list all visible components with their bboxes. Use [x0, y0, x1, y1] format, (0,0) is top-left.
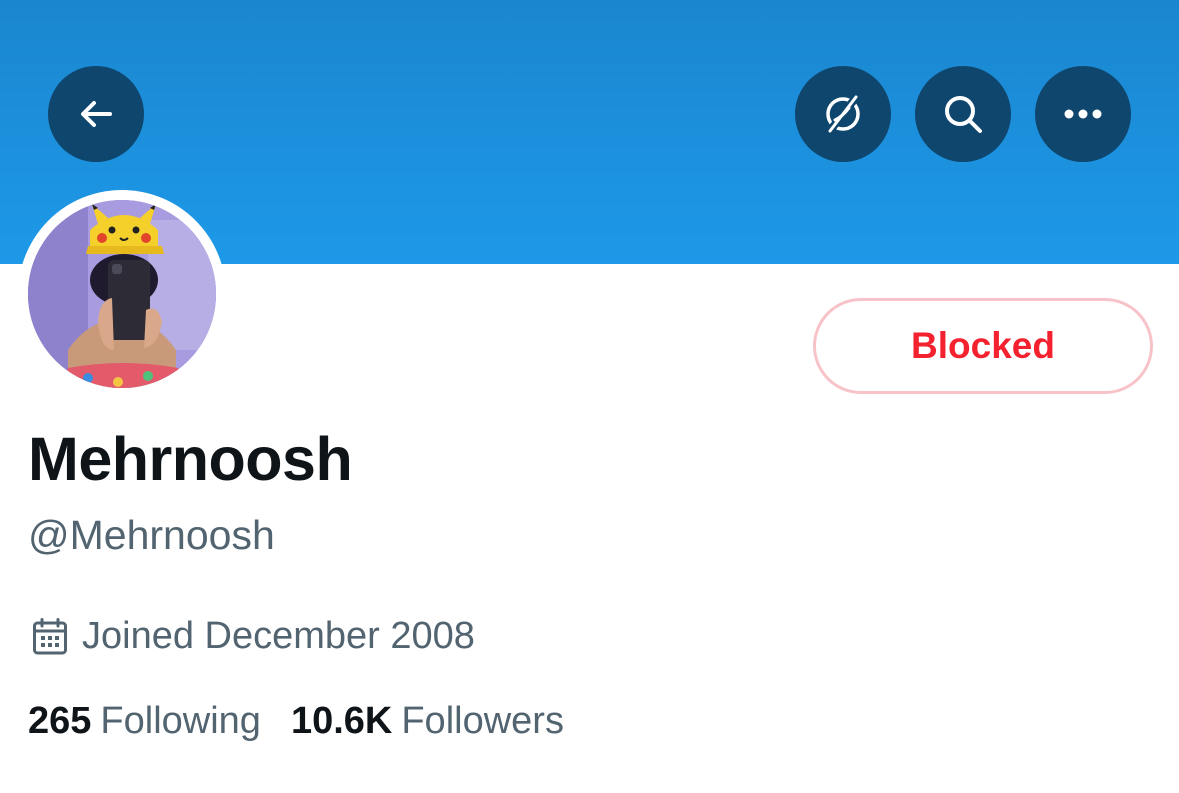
blocked-label: Blocked	[911, 325, 1055, 366]
followers-link[interactable]: 10.6K Followers	[291, 700, 564, 743]
display-name: Mehrnoosh	[28, 425, 353, 493]
followers-label: Followers	[401, 700, 564, 742]
calendar-icon	[33, 617, 67, 654]
profile-stats: 265 Following 10.6K Followers	[28, 700, 594, 743]
more-button[interactable]	[1035, 66, 1131, 162]
translate-button[interactable]	[795, 66, 891, 162]
following-label: Following	[100, 700, 261, 742]
followers-count: 10.6K	[290, 700, 393, 742]
avatar-photo	[28, 200, 216, 388]
back-button[interactable]	[48, 66, 144, 162]
following-link[interactable]: 265 Following	[28, 700, 261, 743]
arrow-left-icon	[81, 101, 112, 127]
following-count: 265	[28, 700, 92, 742]
search-icon	[945, 96, 982, 133]
translate-icon	[825, 93, 861, 135]
more-horizontal-icon	[1064, 109, 1102, 119]
joined-text: Joined December 2008	[82, 615, 475, 657]
user-handle: @Mehrnoosh	[28, 512, 275, 558]
joined-date: Joined December 2008	[32, 615, 475, 658]
avatar[interactable]	[18, 190, 226, 398]
blocked-button[interactable]: Blocked	[813, 298, 1153, 394]
search-button[interactable]	[915, 66, 1011, 162]
